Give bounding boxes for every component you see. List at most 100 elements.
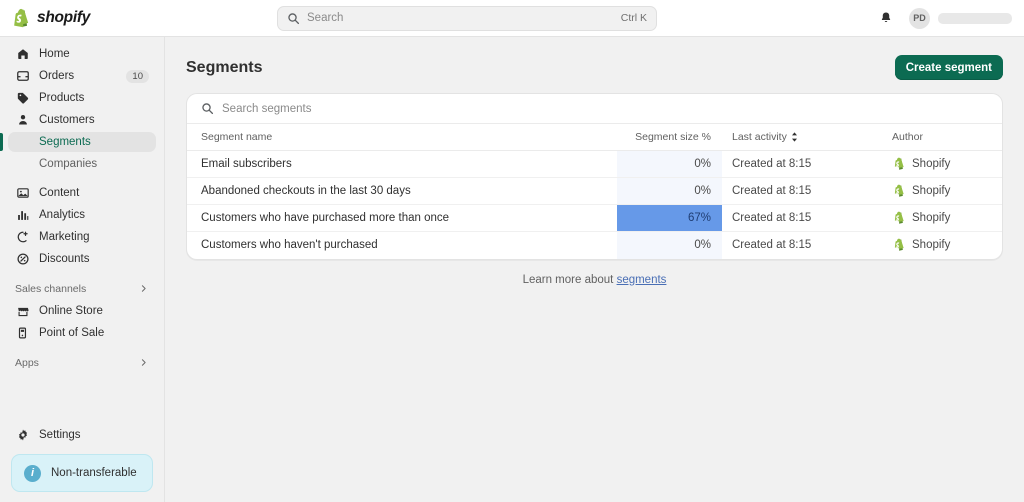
column-header-segment-name[interactable]: Segment name [187,124,617,151]
author-name: Shopify [912,239,951,252]
store-name-redacted [938,12,1012,24]
column-header-author[interactable]: Author [882,124,1002,151]
chevron-right-icon [141,285,146,292]
segments-search[interactable] [187,94,1002,124]
sidebar-item-settings[interactable]: Settings [8,425,156,445]
marketing-icon [15,230,30,245]
top-bar-right: PD [874,6,1012,30]
segment-size-cell: 0% [617,231,722,259]
shopify-bag-icon [14,8,29,27]
segment-name-cell[interactable]: Customers who haven't purchased [187,232,617,259]
sidebar-item-content[interactable]: Content [8,183,156,203]
user-menu[interactable]: PD [909,7,1012,29]
sidebar-item-label: Analytics [39,209,86,221]
segment-size-cell: 0% [617,150,722,178]
sidebar-item-analytics[interactable]: Analytics [8,205,156,225]
sidebar-section-apps[interactable]: Apps [8,353,156,372]
sidebar-item-label: Orders [39,70,75,82]
search-input[interactable] [307,12,614,24]
page-title: Segments [186,58,263,76]
apps-label: Apps [15,356,39,369]
shopify-bag-icon [894,184,904,197]
table-row[interactable]: Email subscribers 0% Created at 8:15 Shopif… [187,150,1002,178]
shopify-bag-icon [894,157,904,170]
segment-size-cell: 0% [617,177,722,205]
sidebar-item-discounts[interactable]: Discounts [8,249,156,269]
orders-count-badge: 10 [126,69,149,83]
column-header-last-activity[interactable]: Last activity [722,124,882,151]
search-icon [202,103,214,115]
notifications-button[interactable] [874,6,898,30]
sidebar-item-label: Customers [39,114,95,126]
brand-wordmark: shopify [37,9,91,26]
segments-table-body: Email subscribers 0% Created at 8:15 Shopif… [187,150,1002,259]
segment-name-cell[interactable]: Email subscribers [187,151,617,178]
last-activity-cell: Created at 8:15 [732,239,812,252]
bell-icon [881,12,891,23]
author-cell: Shopify [882,205,1002,232]
sidebar-primary-nav: Home Orders 10 Products Customers Segmen… [0,44,164,375]
sidebar-item-customers[interactable]: Customers [8,110,156,130]
sales-channels-label: Sales channels [15,282,87,295]
content-icon [15,186,30,201]
sidebar-item-label: Marketing [39,231,90,243]
sidebar-item-companies[interactable]: Companies [8,154,156,174]
analytics-icon [15,208,30,223]
top-bar: shopify Ctrl K PD [0,0,1024,37]
table-header-row: Segment name Segment size % Last activit… [187,124,1002,151]
author-cell: Shopify [882,178,1002,205]
learn-more-prefix: Learn more about [522,273,617,286]
last-activity-cell: Created at 8:15 [732,212,812,224]
sidebar-section-sales-channels[interactable]: Sales channels [8,279,156,298]
chevron-right-icon [141,359,146,366]
shopify-bag-icon [894,238,904,251]
banner-label: Non-transferable [51,467,137,479]
learn-more-text: Learn more about segments [165,274,1024,286]
table-row[interactable]: Customers who haven't purchased 0% Created… [187,231,1002,259]
sidebar-item-point-of-sale[interactable]: Point of Sale [8,323,156,343]
info-icon: i [24,464,41,482]
products-icon [15,91,30,106]
shopify-bag-icon [894,211,904,224]
author-cell: Shopify [882,151,1002,178]
sidebar-item-orders[interactable]: Orders 10 [8,66,156,86]
sidebar-item-label: Online Store [39,305,103,317]
last-activity-label: Last activity [732,131,787,143]
segments-doc-link[interactable]: segments [617,274,667,286]
avatar: PD [909,7,930,29]
table-row[interactable]: Abandoned checkouts in the last 30 days 0… [187,177,1002,205]
customers-icon [15,113,30,128]
search-segments-input[interactable] [222,102,988,115]
global-search[interactable]: Ctrl K [277,5,657,31]
author-name: Shopify [912,185,951,197]
sidebar-subitem-label: Segments [39,136,91,148]
author-name: Shopify [912,158,951,170]
sidebar-item-marketing[interactable]: Marketing [8,227,156,247]
sidebar-item-home[interactable]: Home [8,44,156,64]
segment-name-cell[interactable]: Abandoned checkouts in the last 30 days [187,178,617,205]
create-segment-button[interactable]: Create segment [894,55,1003,80]
table-row[interactable]: Customers who have purchased more than o… [187,204,1002,232]
home-icon [15,47,30,62]
sidebar-bottom: Settings i Non-transferable [0,425,164,502]
sidebar-item-label: Content [39,187,80,199]
segment-name-cell[interactable]: Customers who have purchased more than o… [187,205,617,232]
sidebar-item-segments[interactable]: Segments [0,132,156,152]
sidebar-item-products[interactable]: Products [8,88,156,108]
author-name: Shopify [912,212,951,224]
column-header-segment-size[interactable]: Segment size % [617,124,722,151]
last-activity-cell: Created at 8:15 [732,185,812,197]
segments-table-head: Segment name Segment size % Last activit… [187,124,1002,151]
search-shortcut-hint: Ctrl K [620,12,647,24]
non-transferable-banner[interactable]: i Non-transferable [11,454,153,492]
last-activity-cell: Created at 8:15 [732,158,812,170]
search-icon [288,12,300,24]
sidebar-item-online-store[interactable]: Online Store [8,301,156,321]
brand-logo-link[interactable]: shopify [0,8,165,29]
orders-icon [15,69,30,84]
discounts-icon [15,252,30,267]
sidebar-item-label: Discounts [39,253,90,265]
sidebar-item-label: Settings [39,429,81,441]
segment-size-cell: 67% [617,204,722,232]
page-header: Segments Create segment [165,37,1024,93]
